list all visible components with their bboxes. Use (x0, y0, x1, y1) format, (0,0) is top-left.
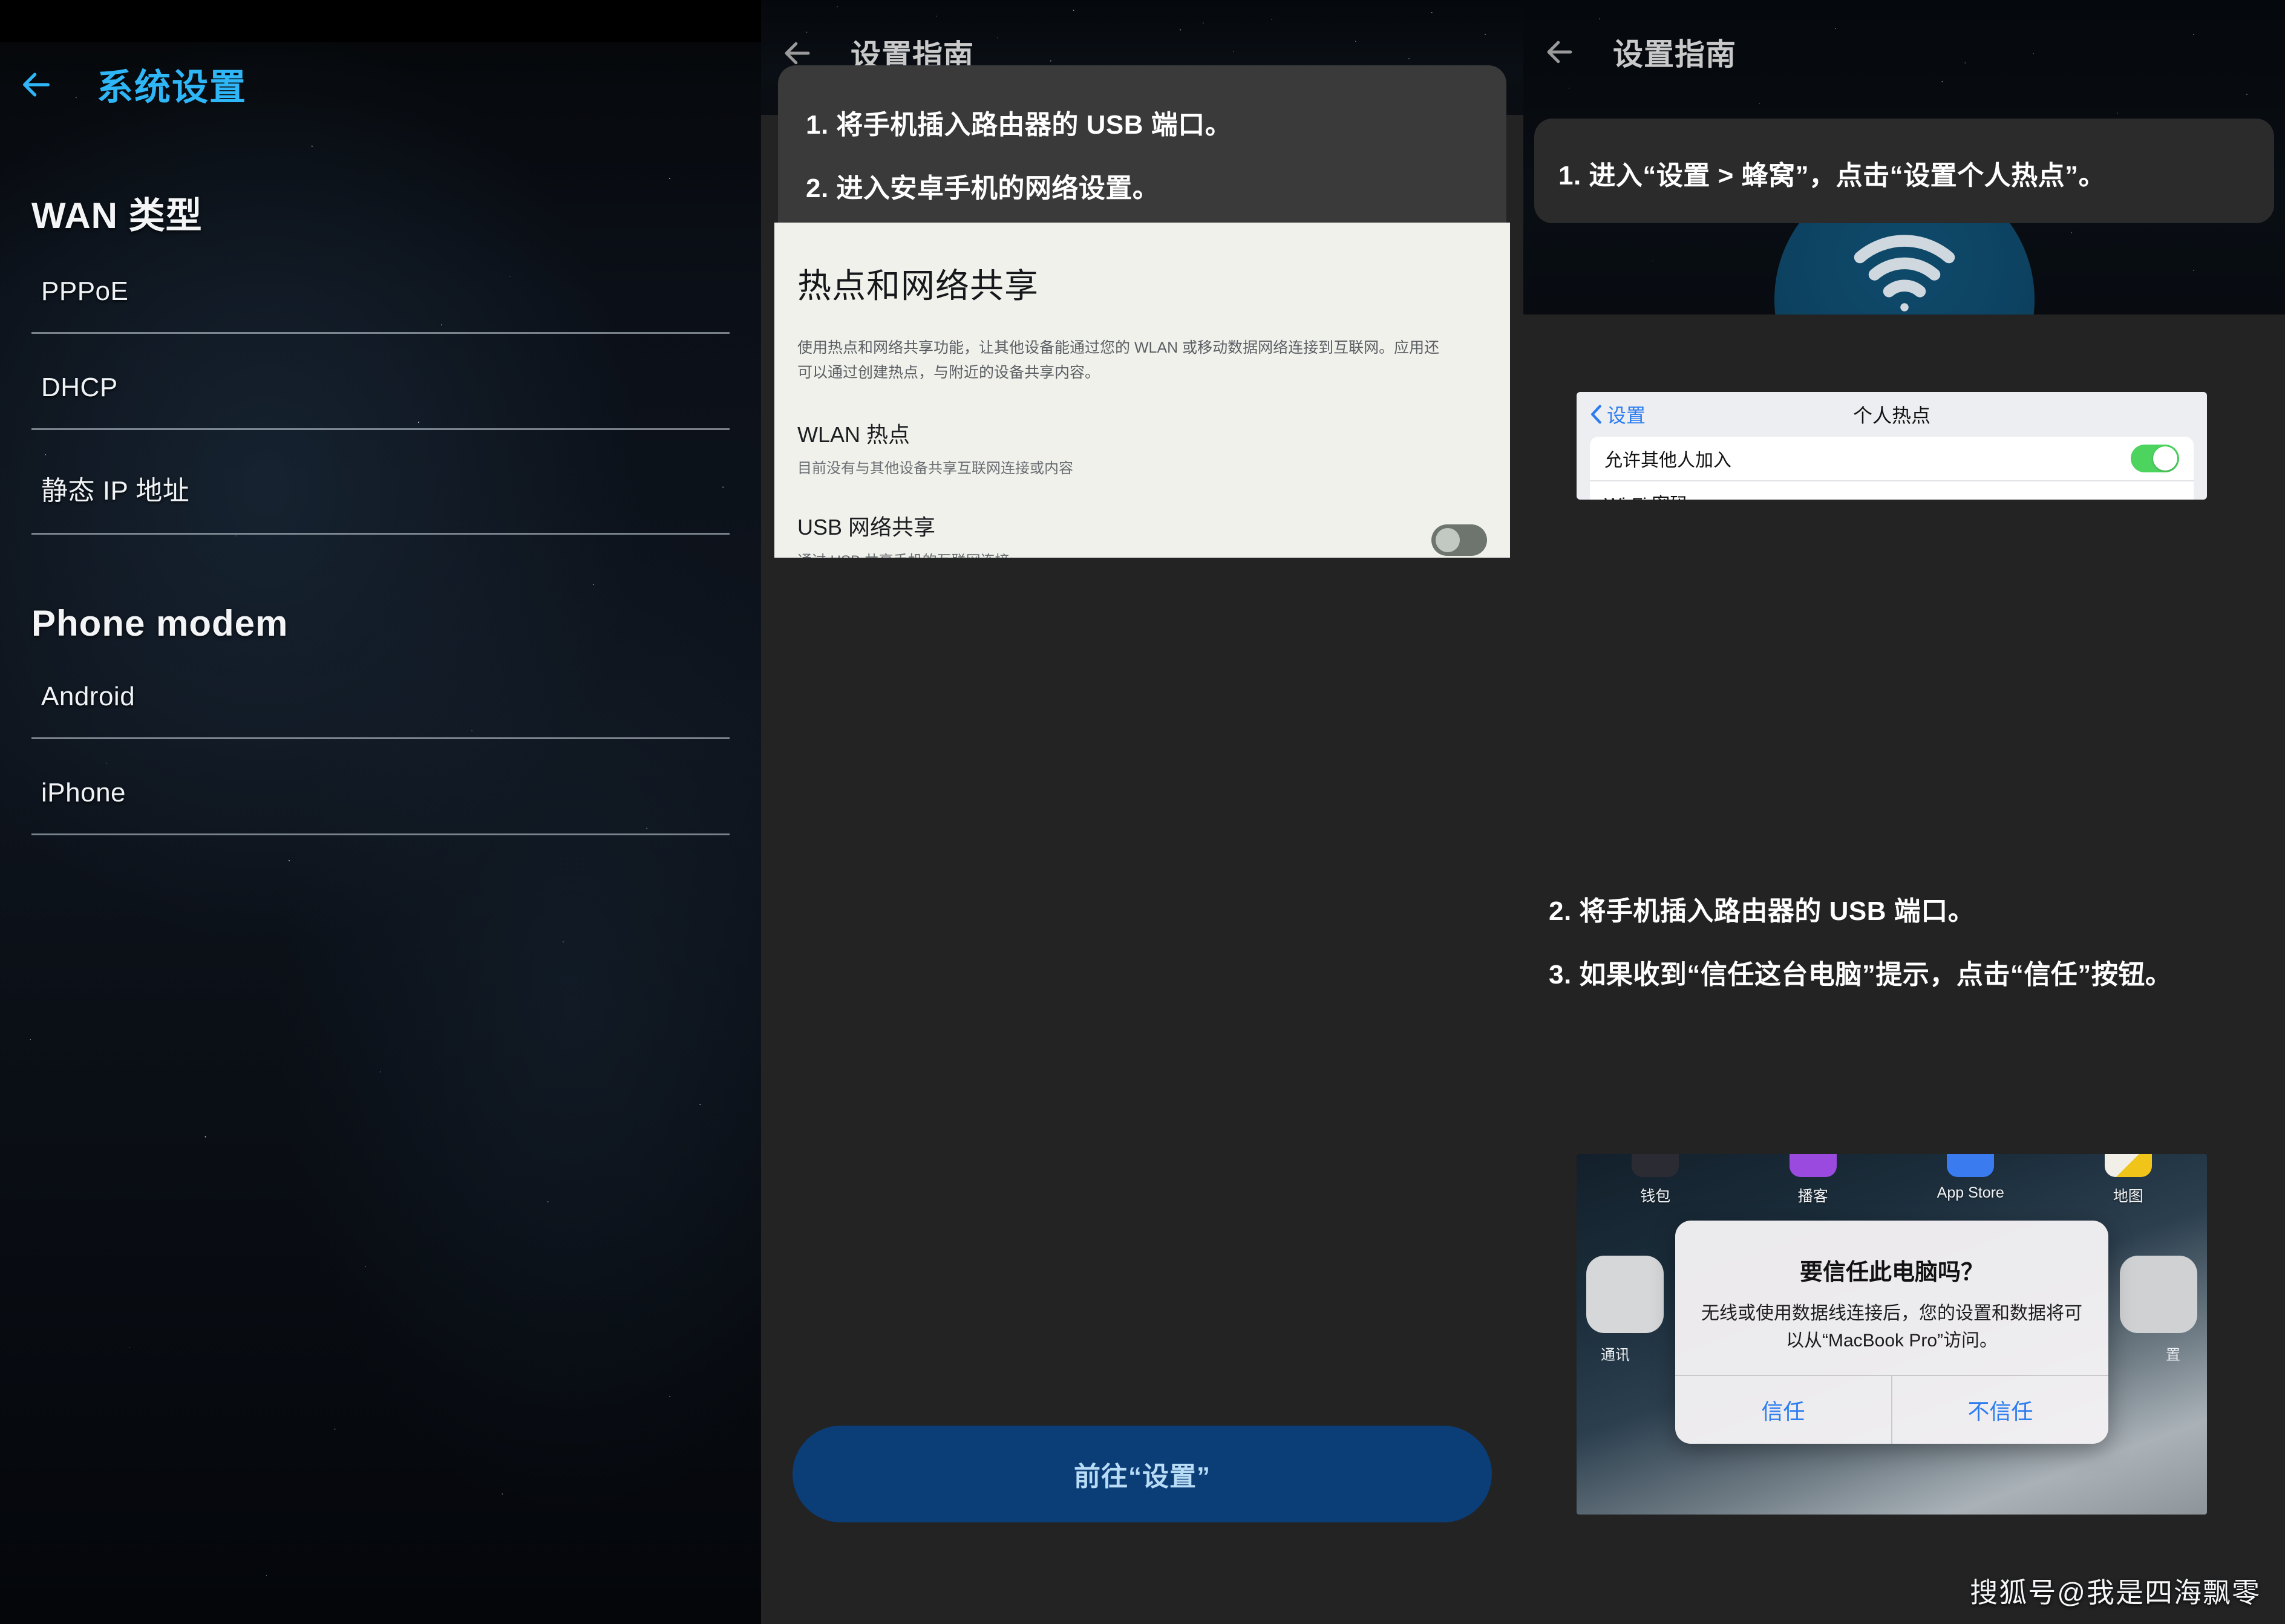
panel-iphone-setup-guide: 设置指南 1. 进入“设置 > 蜂窝”，点击“设置个人热点”。 设置 个人热点 … (1523, 0, 2285, 1624)
three-panel-screenshot: 系统设置 WAN 类型 PPPoE DHCP 静态 IP 地址 Phone mo… (0, 0, 2285, 1624)
screenshot-description: 使用热点和网络共享功能，让其他设备能通过您的 WLAN 或移动数据网络连接到互联… (797, 339, 1440, 381)
list-item-dhcp[interactable]: DHCP (31, 373, 730, 428)
ios-personal-hotspot-screenshot: 设置 个人热点 允许其他人加入 Wi-Fi 密码 › (1577, 392, 2207, 500)
step-1: 1. 进入“设置 > 蜂窝”，点击“设置个人热点”。 (1558, 161, 2106, 191)
app-wallet: 钱包 (1577, 1154, 1734, 1227)
app-label: 地图 (2113, 1188, 2143, 1205)
ios-row-label: Wi-Fi 密码 (1604, 489, 1688, 500)
arrow-left-icon (785, 42, 810, 65)
section-title-wan-type: WAN 类型 (31, 195, 203, 236)
toggle-knob (1436, 527, 1460, 552)
list-item-label: 静态 IP 地址 (41, 476, 190, 506)
iphone-step1-card: 1. 进入“设置 > 蜂窝”，点击“设置个人热点”。 (1534, 119, 2274, 223)
status-bar (0, 0, 761, 42)
list-item-label: DHCP (41, 373, 118, 402)
app-label: 播客 (1797, 1188, 1828, 1205)
contacts-icon (1586, 1256, 1664, 1333)
ios-settings-group: 允许其他人加入 Wi-Fi 密码 › (1590, 437, 2194, 500)
toggle-knob (2153, 446, 2177, 471)
page-title: 设置指南 (1613, 38, 1736, 71)
trust-button[interactable]: 信任 (1675, 1376, 1891, 1444)
allow-others-toggle[interactable] (2131, 445, 2179, 472)
app-maps: 地图 (2050, 1154, 2208, 1227)
setting-row-title: USB 网络共享 (797, 515, 936, 540)
divider (31, 833, 730, 835)
wallet-icon (1632, 1154, 1679, 1177)
dialog-title: 要信任此电脑吗？ (1799, 1260, 1984, 1285)
wifi-icon (1854, 235, 1955, 311)
usb-tethering-toggle[interactable] (1431, 524, 1487, 556)
android-hotspot-screenshot: 热点和网络共享 使用热点和网络共享功能，让其他设备能通过您的 WLAN 或移动数… (774, 223, 1510, 558)
back-button[interactable] (1523, 36, 1596, 68)
ios-nav-title: 个人热点 (1852, 405, 1930, 426)
back-button[interactable] (0, 67, 73, 102)
dialog-actions: 信任 不信任 (1675, 1375, 2108, 1444)
ios-row-label: 允许其他人加入 (1604, 451, 1731, 471)
setting-row-subtitle: 通过 USB 共享手机的互联网连接 (797, 549, 1414, 558)
divider (31, 332, 730, 334)
list-item-iphone[interactable]: iPhone (31, 778, 730, 833)
setting-row-subtitle: 目前没有与其他设备共享互联网连接或内容 (797, 460, 1073, 477)
setting-row-usb-tethering[interactable]: USB 网络共享 通过 USB 共享手机的互联网连接 (797, 510, 1487, 558)
panel-android-setup-guide: 设置指南 1. 将手机插入路由器的 USB 端口。 2. 进入安卓手机的网络设置… (761, 0, 1523, 1624)
left-panel-body: WAN 类型 PPPoE DHCP 静态 IP 地址 Phone modem A… (0, 169, 761, 874)
divider (31, 428, 730, 430)
go-to-settings-button[interactable]: 前往“设置” (793, 1426, 1492, 1522)
arrow-left-icon (23, 72, 50, 97)
page-title: 系统设置 (97, 67, 247, 108)
list-item-label: Android (41, 682, 136, 711)
podcasts-icon (1789, 1154, 1837, 1177)
app-podcasts: 播客 (1734, 1154, 1892, 1227)
ios-nav-bar: 设置 个人热点 (1577, 392, 2207, 437)
step-2: 2. 将手机插入路由器的 USB 端口。 (1549, 896, 1975, 926)
ios-row-wifi-password[interactable]: Wi-Fi 密码 › (1590, 480, 2194, 500)
app-label: 钱包 (1640, 1188, 1671, 1205)
section-title-phone-modem: Phone modem (31, 603, 289, 644)
list-item-static-ip[interactable]: 静态 IP 地址 (31, 469, 730, 533)
left-panel-header: 系统设置 (0, 58, 247, 111)
app-app-store: App Store (1892, 1154, 2050, 1227)
app-store-icon (1947, 1154, 1995, 1177)
ios-row-allow-others[interactable]: 允许其他人加入 (1590, 437, 2194, 480)
back-button[interactable] (761, 37, 834, 70)
divider (31, 533, 730, 535)
arrow-left-icon (1547, 41, 1572, 64)
right-panel-header: 设置指南 (1523, 30, 1736, 74)
do-not-trust-button[interactable]: 不信任 (1891, 1376, 2108, 1444)
panel-router-system-settings: 系统设置 WAN 类型 PPPoE DHCP 静态 IP 地址 Phone mo… (0, 0, 761, 1624)
ios-home-app-row: 钱包 播客 App Store 地图 (1577, 1154, 2207, 1227)
app-label: 通讯 (1601, 1347, 1630, 1363)
step-2: 2. 进入安卓手机的网络设置。 (806, 173, 1160, 203)
app-label: App Store (1937, 1184, 2004, 1201)
list-item-label: PPPoE (41, 276, 129, 306)
list-item-label: iPhone (41, 778, 126, 807)
list-item-android[interactable]: Android (31, 682, 730, 737)
setting-row-title: WLAN 热点 (797, 422, 910, 447)
trust-computer-dialog: 要信任此电脑吗？ 无线或使用数据线连接后，您的设置和数据将可以从“MacBook… (1675, 1221, 2108, 1444)
chevron-right-icon: › (2173, 492, 2179, 500)
list-item-pppoe[interactable]: PPPoE (31, 276, 730, 332)
watermark: 搜狐号@我是四海飘零 (1970, 1577, 2261, 1608)
ios-trust-dialog-screenshot: 钱包 播客 App Store 地图 通讯 置 要信任此电脑吗？ 无线或使用数据… (1577, 1154, 2207, 1515)
setting-row-wlan-hotspot[interactable]: WLAN 热点 目前没有与其他设备共享互联网连接或内容 (797, 417, 1487, 477)
app-label: 置 (2166, 1347, 2180, 1363)
settings-gear-icon (2120, 1256, 2197, 1333)
go-to-settings-label: 前往“设置” (1074, 1462, 1211, 1492)
divider (31, 737, 730, 739)
screenshot-title: 热点和网络共享 (797, 267, 1039, 305)
dialog-message: 无线或使用数据线连接后，您的设置和数据将可以从“MacBook Pro”访问。 (1701, 1303, 2082, 1351)
step-1: 1. 将手机插入路由器的 USB 端口。 (806, 110, 1232, 140)
iphone-steps-rest: 2. 将手机插入路由器的 USB 端口。 3. 如果收到“信任这台电脑”提示，点… (1549, 894, 2264, 993)
maps-icon (2104, 1154, 2152, 1177)
step-3: 3. 如果收到“信任这台电脑”提示，点击“信任”按钮。 (1549, 959, 2172, 990)
